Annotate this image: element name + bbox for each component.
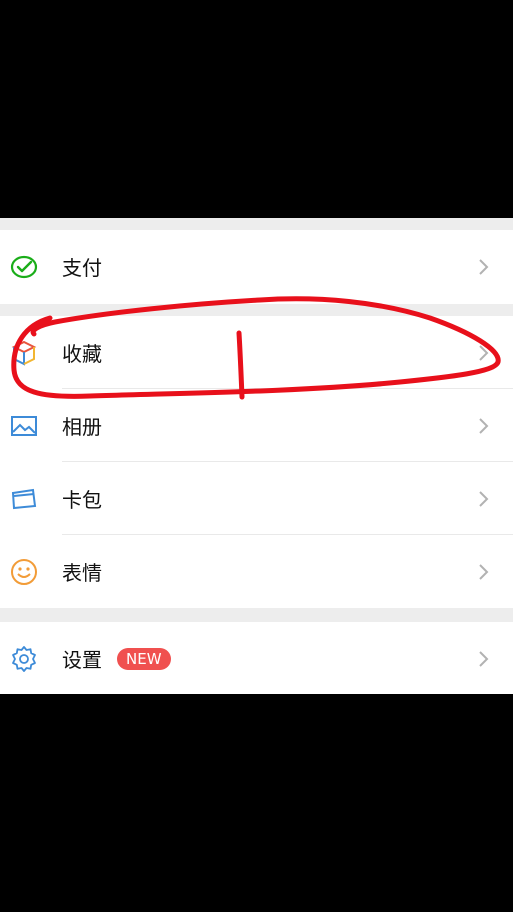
menu-item-stickers[interactable]: 表情 (0, 535, 513, 608)
wechat-me-menu: 支付 收藏 相册 卡包 表情 设置 NEW (0, 218, 513, 694)
card-icon (10, 485, 38, 513)
top-gap (0, 218, 513, 230)
menu-item-label: 收藏 (62, 342, 102, 366)
menu-item-settings[interactable]: 设置 NEW (0, 622, 513, 695)
chevron-right-icon (479, 417, 489, 434)
gear-icon (10, 645, 38, 673)
menu-group-settings: 设置 NEW (0, 622, 513, 694)
menu-item-favorites[interactable]: 收藏 (0, 316, 513, 389)
chevron-right-icon (479, 490, 489, 507)
picture-icon (10, 412, 38, 440)
menu-item-album[interactable]: 相册 (0, 389, 513, 462)
menu-item-label: 卡包 (62, 488, 102, 512)
wallet-check-icon (10, 253, 38, 281)
new-badge: NEW (117, 647, 171, 670)
menu-group-main: 收藏 相册 卡包 表情 (0, 316, 513, 608)
chevron-right-icon (479, 344, 489, 361)
chevron-right-icon (479, 258, 489, 275)
cube-icon (10, 339, 38, 367)
menu-item-label: 设置 (62, 648, 102, 672)
chevron-right-icon (479, 563, 489, 580)
menu-item-cards[interactable]: 卡包 (0, 462, 513, 535)
menu-item-label: 相册 (62, 415, 102, 439)
menu-group-payment: 支付 (0, 230, 513, 304)
menu-item-payment[interactable]: 支付 (0, 230, 513, 303)
menu-item-label: 支付 (62, 256, 102, 280)
chevron-right-icon (479, 650, 489, 667)
smiley-icon (10, 558, 38, 586)
menu-item-label: 表情 (62, 561, 102, 585)
